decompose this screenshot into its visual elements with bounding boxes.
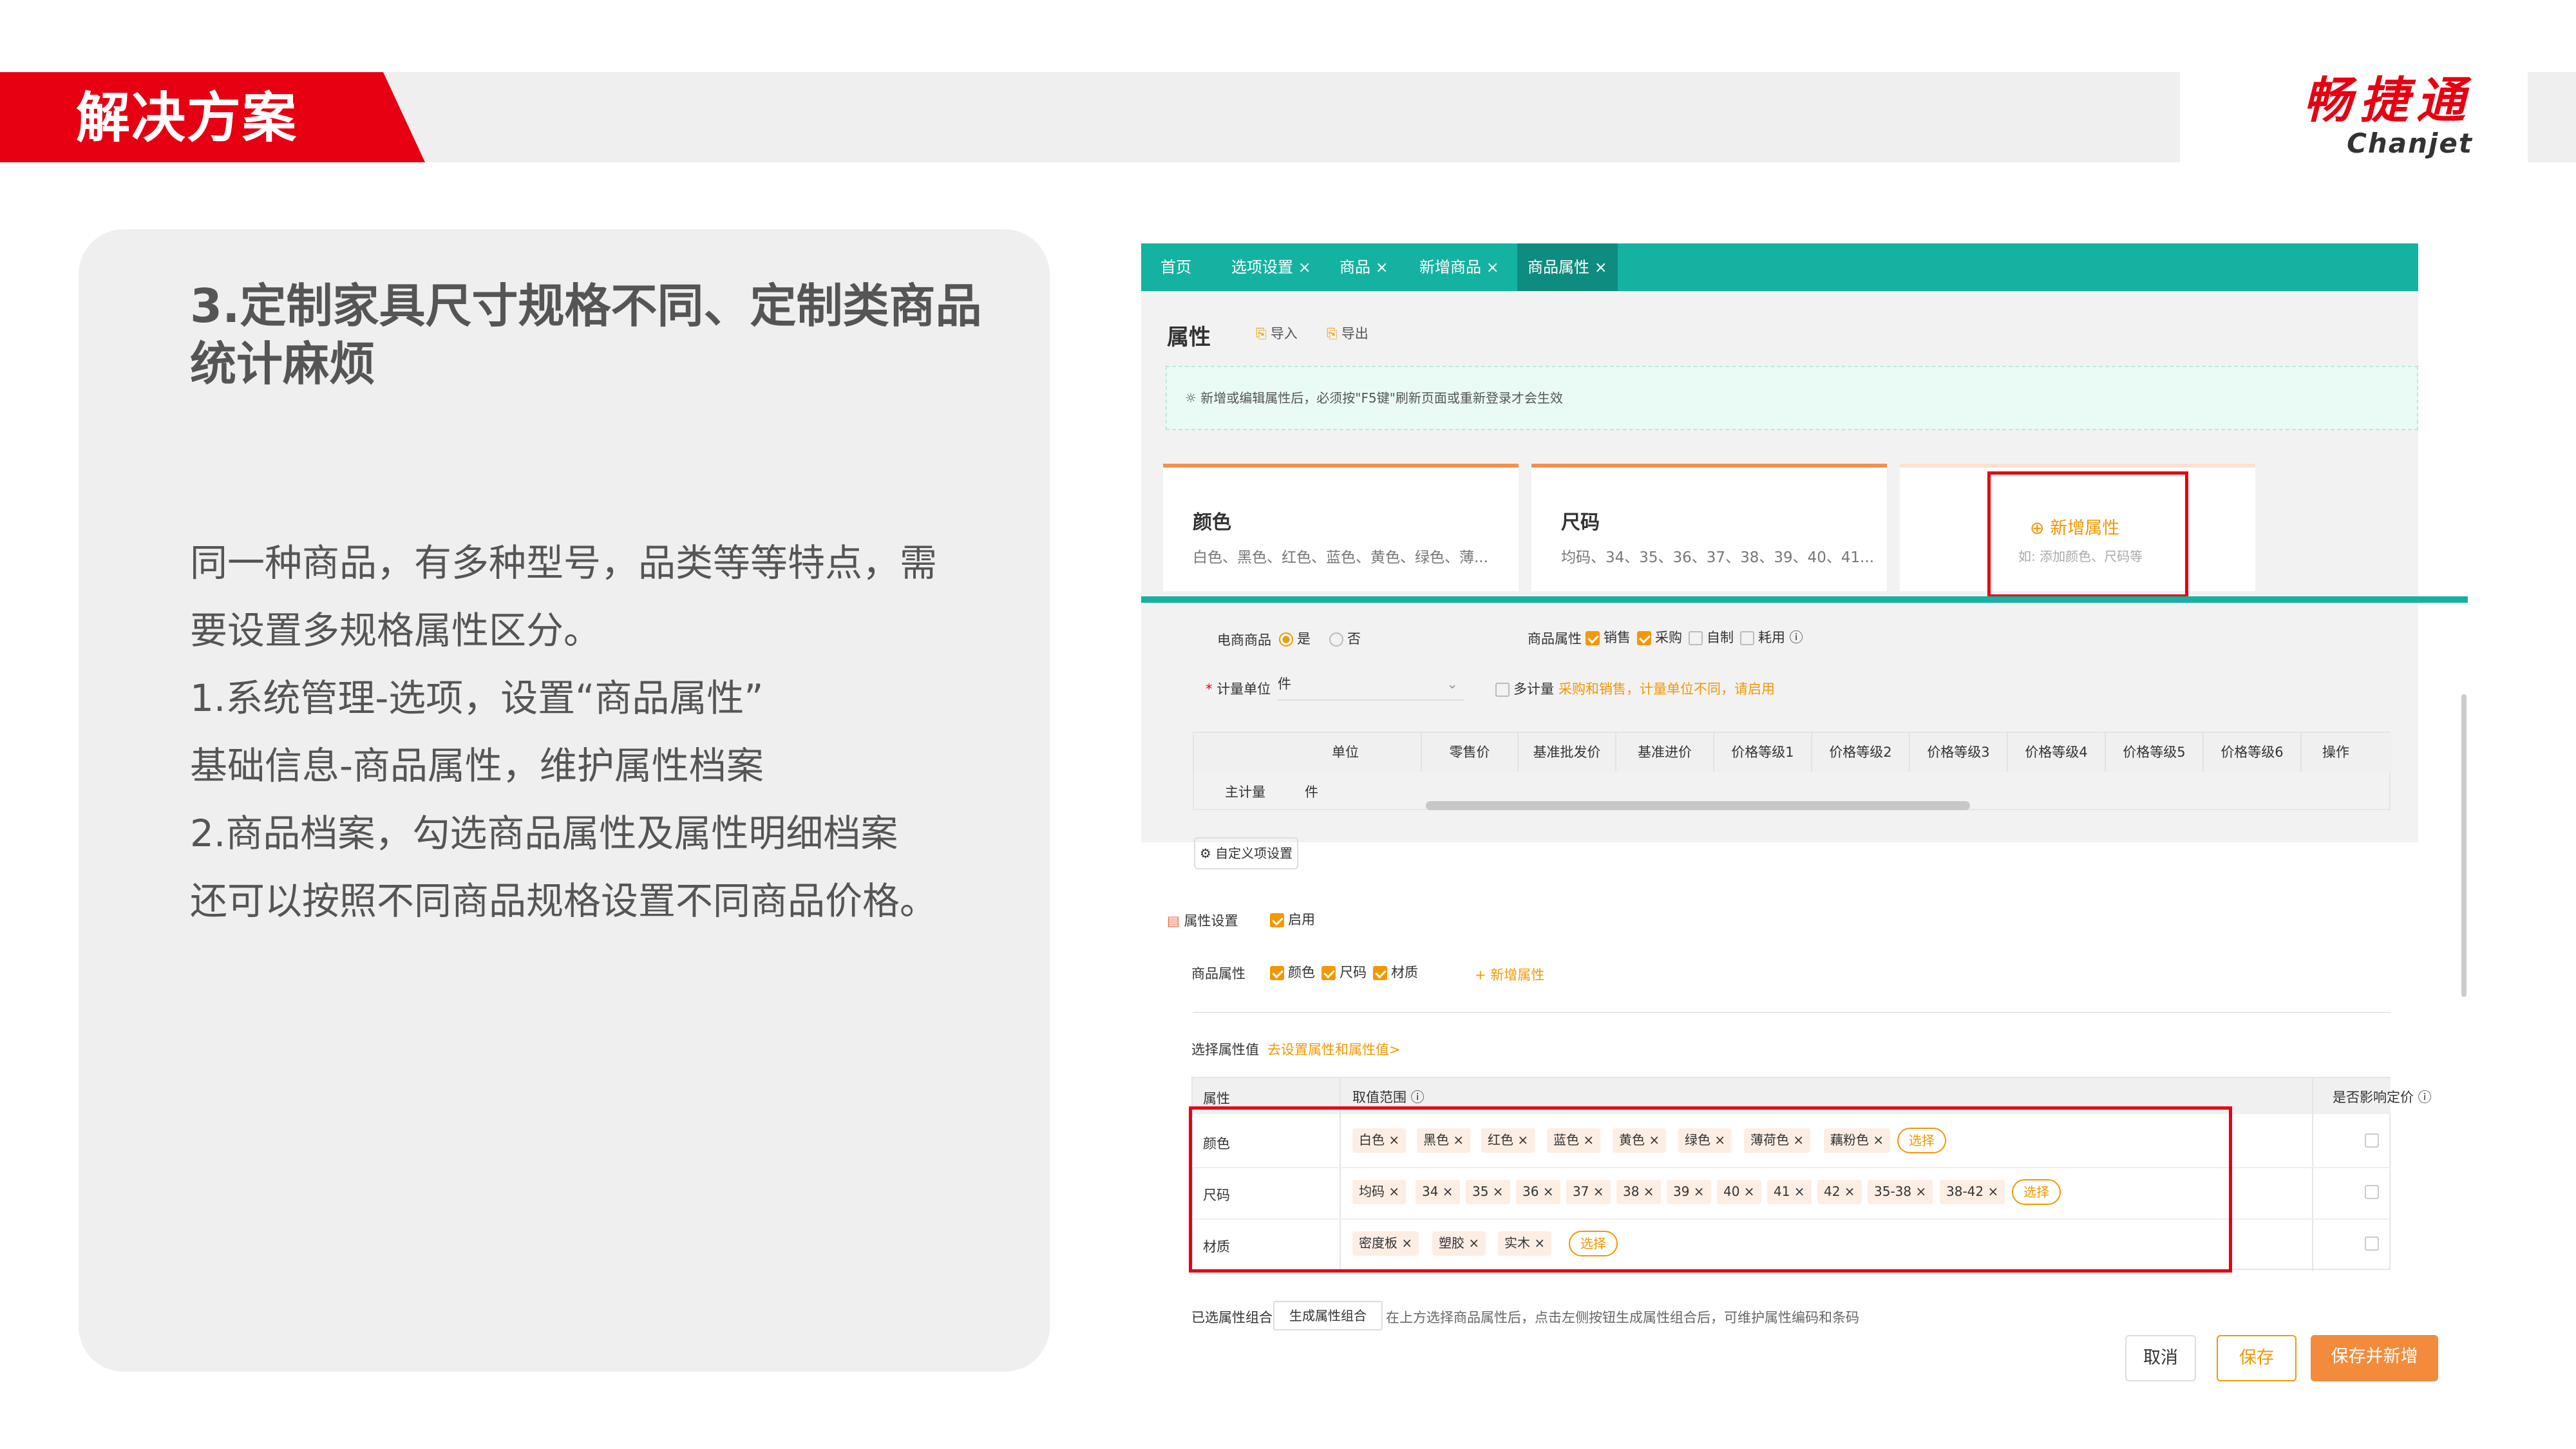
section-title: 属性 [1167, 325, 1211, 350]
ecom-label: 电商商品 [1217, 632, 1271, 648]
consume-checkbox[interactable]: 耗用 ⓘ [1740, 627, 1803, 647]
slide: 解决方案 畅捷通 Chanjet 3.定制家具尺寸规格不同、定制类商品统计麻烦 … [0, 0, 2576, 1449]
add-attr-button[interactable]: ⊕ 新增属性 [2030, 514, 2119, 539]
divider-teal [1141, 596, 2468, 603]
price-row-unit: 件 [1305, 784, 1318, 800]
unit-select[interactable]: 件 ⌄ [1278, 671, 1464, 701]
choose-values-label: 选择属性值 [1191, 1042, 1259, 1057]
import-link[interactable]: ⎘ 导入 [1256, 323, 1298, 343]
goods-attrs-label: 商品属性 [1191, 966, 1245, 981]
export-link[interactable]: ⎘ 导出 [1327, 323, 1368, 343]
header-attr: 属性 [1203, 1091, 1230, 1106]
price-row-label: 主计量 [1225, 784, 1265, 800]
self-made-checkbox[interactable]: 自制 [1689, 627, 1734, 647]
card-line: 还可以按照不同商品规格设置不同商品价格。 [190, 879, 938, 923]
import-icon: ⎘ [1256, 326, 1267, 341]
attr-settings-label: ▤ 属性设置 [1167, 913, 1238, 929]
card-title: 3.定制家具尺寸规格不同、定制类商品统计麻烦 [190, 279, 982, 391]
attr-card-title: 尺码 [1561, 511, 1600, 534]
col-action: 操作 [2300, 733, 2370, 772]
help-icon: ⓘ [1406, 1090, 1425, 1105]
col-level6: 价格等级6 [2202, 733, 2300, 772]
col-divider [2312, 1078, 2313, 1271]
unit-label: * 计量单位 [1206, 681, 1271, 697]
gear-icon: ⚙ [1199, 846, 1216, 861]
cancel-button[interactable]: 取消 [2125, 1335, 2196, 1381]
attr-card-color[interactable]: 颜色 白色、黑色、红色、蓝色、黄色、绿色、薄... [1163, 464, 1519, 591]
col-level4: 价格等级4 [2007, 733, 2105, 772]
goods-prop-label: 商品属性 [1528, 631, 1582, 647]
highlight-box [1189, 1106, 2232, 1273]
sale-checkbox[interactable]: 销售 [1586, 627, 1631, 647]
export-icon: ⎘ [1327, 326, 1338, 341]
affects-price-checkbox[interactable] [2365, 1185, 2379, 1199]
attr-card-values: 白色、黑色、红色、蓝色、黄色、绿色、薄... [1193, 549, 1488, 566]
custom-fields-button[interactable]: ⚙ 自定义项设置 [1194, 837, 1298, 869]
save-and-new-button[interactable]: 保存并新增 [2311, 1335, 2438, 1381]
add-attr-link[interactable]: + 新增属性 [1475, 965, 1544, 984]
col-level5: 价格等级5 [2105, 733, 2202, 772]
combo-label: 已选属性组合 [1191, 1310, 1273, 1325]
tab-home[interactable]: 首页 [1160, 243, 1191, 291]
price-table: 单位 零售价 基准批发价 基准进价 价格等级1 价格等级2 价格等级3 价格等级… [1193, 732, 2392, 810]
add-attr-hint: 如: 添加颜色、尺码等 [2018, 549, 2143, 564]
card-body: 同一种商品，有多种型号，品类等等特点，需 要设置多规格属性区分。 1.系统管理-… [190, 529, 995, 935]
list-icon: ▤ [1167, 913, 1184, 929]
attr-card-title: 颜色 [1193, 511, 1231, 534]
ecom-yes-radio[interactable]: 是 [1279, 629, 1311, 648]
help-icon: ⓘ [2414, 1090, 2432, 1105]
tab-goods-attrs[interactable]: 商品属性 × [1517, 243, 1618, 291]
set-attr-link[interactable]: 去设置属性和属性值> [1267, 1039, 1401, 1059]
vertical-scrollbar[interactable] [2461, 694, 2467, 997]
attr-card-size[interactable]: 尺码 均码、34、35、36、37、38、39、40、41... [1531, 464, 1887, 591]
card-line: 基础信息-商品属性，维护属性档案 [190, 744, 764, 788]
generate-combo-button[interactable]: 生成属性组合 [1273, 1301, 1383, 1331]
attr-color-checkbox[interactable]: 颜色 [1270, 962, 1315, 981]
tab-new-goods[interactable]: 新增商品 × [1419, 243, 1499, 291]
affects-price-checkbox[interactable] [2365, 1133, 2379, 1148]
multi-unit-checkbox[interactable]: 多计量 [1495, 679, 1554, 698]
attr-material-checkbox[interactable]: 材质 [1373, 962, 1418, 981]
affects-price-checkbox[interactable] [2365, 1236, 2379, 1251]
purchase-checkbox[interactable]: 采购 [1637, 627, 1682, 647]
attr-enable-checkbox[interactable]: 启用 [1270, 909, 1315, 929]
attr-size-checkbox[interactable]: 尺码 [1321, 962, 1367, 981]
combo-hint: 在上方选择商品属性后，点击左侧按钮生成属性组合后，可维护属性编码和条码 [1386, 1310, 1859, 1325]
col-unit: 单位 [1332, 744, 1359, 760]
chevron-down-icon: ⌄ [1446, 676, 1458, 692]
tab-bar [1141, 243, 2418, 291]
card-line: 同一种商品，有多种型号，品类等等特点，需 [190, 541, 938, 585]
col-retail: 零售价 [1421, 733, 1517, 772]
notice-banner: ☼ 新增或编辑属性后，必须按"F5键"刷新页面或重新登录才会生效 [1166, 366, 2418, 430]
col-level2: 价格等级2 [1811, 733, 1909, 772]
logo-cn: 畅捷通 [2303, 71, 2473, 129]
header-bar-right [2528, 72, 2576, 162]
save-button[interactable]: 保存 [2217, 1335, 2297, 1381]
plus-circle-icon: ⊕ [2030, 518, 2050, 538]
col-level1: 价格等级1 [1713, 733, 1811, 772]
logo-en: Chanjet [2347, 128, 2473, 159]
tab-goods[interactable]: 商品 × [1340, 243, 1388, 291]
brand-logo: 畅捷通 Chanjet [2241, 72, 2473, 162]
horizontal-scrollbar[interactable] [1426, 801, 1970, 810]
divider [1193, 1012, 2391, 1013]
header-title: 解决方案 [76, 86, 298, 149]
attr-card-values: 均码、34、35、36、37、38、39、40、41... [1561, 549, 1875, 566]
col-level3: 价格等级3 [1909, 733, 2007, 772]
card-line: 1.系统管理-选项，设置“商品属性” [190, 676, 764, 720]
header-range: 取值范围 ⓘ [1352, 1090, 1425, 1105]
col-wholesale: 基准批发价 [1517, 733, 1615, 772]
header-affects-price: 是否影响定价 ⓘ [2333, 1090, 2432, 1105]
multi-unit-hint: 采购和销售，计量单位不同，请启用 [1558, 681, 1775, 697]
card-line: 2.商品档案，勾选商品属性及属性明细档案 [190, 811, 898, 855]
col-purchase: 基准进价 [1615, 733, 1713, 772]
card-line: 要设置多规格属性区分。 [190, 609, 601, 652]
tab-options[interactable]: 选项设置 × [1231, 243, 1311, 291]
app-screenshot: 首页 选项设置 × 商品 × 新增商品 × 商品属性 × 属性 ⎘ 导入 ⎘ 导出 … [1141, 243, 2468, 1403]
bulb-icon: ☼ [1185, 390, 1201, 406]
ecom-no-radio[interactable]: 否 [1329, 629, 1361, 648]
help-icon: ⓘ [1785, 630, 1803, 645]
